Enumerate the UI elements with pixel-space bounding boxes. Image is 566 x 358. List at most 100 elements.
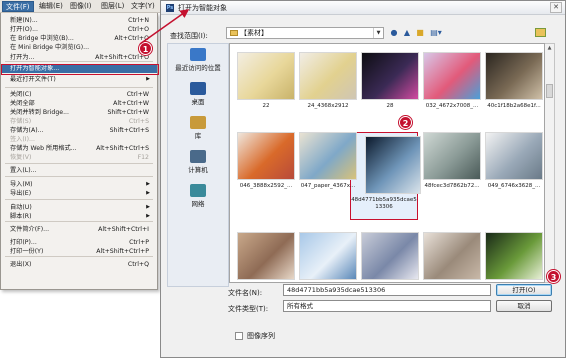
file-caption: 047_paper_4367x... <box>300 183 356 189</box>
cancel-button[interactable]: 取消 <box>496 300 552 312</box>
menubar-item[interactable]: 编辑(E) <box>36 1 66 12</box>
submenu-arrow-icon: ▶ <box>146 76 150 82</box>
file-thumbnail[interactable] <box>299 132 357 180</box>
menu-item-label: 存储(S) <box>10 118 32 125</box>
file-thumbnail[interactable] <box>361 232 419 280</box>
close-button[interactable]: ✕ <box>550 2 562 13</box>
scrollbar-thumb[interactable] <box>546 84 553 98</box>
file-caption: 40c1f18b2a68e1f... <box>487 103 541 109</box>
menu-item[interactable]: 退出(X) Ctrl+Q <box>1 260 157 269</box>
menu-item[interactable]: 自动(U) ▶ <box>1 203 157 212</box>
menu-item-label: 签入(I)... <box>10 136 35 143</box>
file-thumbnail[interactable] <box>423 52 481 100</box>
place-label[interactable]: 网络 <box>168 200 228 208</box>
menu-item-shortcut: Ctrl+Q <box>127 261 149 268</box>
look-in-label: 查找范围(I): <box>170 32 208 40</box>
dialog-titlebar: Ps 打开为智能对象 ✕ <box>161 1 565 15</box>
step-badge-1: 1 <box>139 42 152 55</box>
menu-item-label: 置入(L)... <box>10 167 37 174</box>
file-thumbnail[interactable] <box>237 52 295 100</box>
image-sequence-checkbox[interactable] <box>235 332 243 340</box>
menu-item[interactable]: 置入(L)... <box>1 166 157 175</box>
menu-item[interactable]: 最近打开文件(T) ▶ <box>1 75 157 84</box>
file-name-input[interactable]: 48d4771bb5a935dcae513306 <box>283 284 491 296</box>
menu-item-label: 在 Bridge 中浏览(B)... <box>10 35 74 42</box>
menu-item-shortcut: Alt+Ctrl+W <box>113 100 149 107</box>
menu-item[interactable]: 打印一份(Y) Alt+Shift+Ctrl+P <box>1 247 157 256</box>
submenu-arrow-icon: ▶ <box>146 213 150 219</box>
file-menu: 新建(N)... Ctrl+N 打开(O)... Ctrl+O 在 Bridge 中浏览… <box>0 13 158 290</box>
file-thumbnail[interactable] <box>361 52 419 100</box>
file-thumbnail[interactable] <box>299 52 357 100</box>
computer-icon[interactable] <box>190 150 206 163</box>
view-menu-icon[interactable]: ▤▾ <box>429 28 443 38</box>
back-icon[interactable]: ● <box>389 28 399 38</box>
menu-item: 存储(S) Ctrl+S <box>1 117 157 126</box>
menu-item[interactable]: 在 Mini Bridge 中浏览(G)... <box>1 43 157 52</box>
menu-item[interactable]: 存储为 Web 所用格式... Alt+Shift+Ctrl+S <box>1 144 157 153</box>
menu-item[interactable]: 导入(M) ▶ <box>1 180 157 189</box>
menu-item[interactable]: 关闭全部 Alt+Ctrl+W <box>1 99 157 108</box>
file-type-select[interactable]: 所有格式 <box>283 300 491 312</box>
new-folder-icon[interactable]: ■ <box>415 28 425 38</box>
menubar-item[interactable]: 图层(L) <box>98 1 127 12</box>
recent-places-icon[interactable] <box>190 48 206 61</box>
menubar-item[interactable]: 文字(Y) <box>128 1 158 12</box>
chevron-down-icon: ▼ <box>373 28 383 38</box>
file-thumbnail[interactable] <box>237 132 295 180</box>
open-button[interactable]: 打开(O) <box>496 284 552 296</box>
desktop-icon[interactable] <box>190 82 206 95</box>
menu-item[interactable]: 新建(N)... Ctrl+N <box>1 16 157 25</box>
place-label[interactable]: 库 <box>168 132 228 140</box>
menu-item[interactable]: 文件简介(F)... Alt+Shift+Ctrl+I <box>1 225 157 234</box>
place-label[interactable]: 桌面 <box>168 98 228 106</box>
menu-item: 恢复(V) F12 <box>1 153 157 162</box>
file-thumbnail[interactable] <box>299 232 357 280</box>
menu-item[interactable]: 关闭(C) Ctrl+W <box>1 90 157 99</box>
menu-item[interactable]: 打印(P)... Ctrl+P <box>1 238 157 247</box>
menu-item-shortcut: Alt+Shift+Ctrl+S <box>96 145 149 152</box>
up-folder-icon[interactable]: ▲ <box>402 28 412 38</box>
file-thumbnail[interactable] <box>485 132 543 180</box>
file-thumbnail[interactable] <box>485 52 543 100</box>
menu-item[interactable]: 在 Bridge 中浏览(B)... Alt+Ctrl+O <box>1 34 157 43</box>
image-sequence-label: 图像序列 <box>247 332 275 340</box>
menu-item-label: 自动(U) <box>10 204 32 211</box>
menu-item-label: 新建(N)... <box>10 17 38 24</box>
file-thumbnail[interactable] <box>237 232 295 280</box>
menu-item-label: 恢复(V) <box>10 154 32 161</box>
network-icon[interactable] <box>190 184 206 197</box>
menu-separator <box>5 61 153 62</box>
photoshop-icon: Ps <box>166 4 174 12</box>
file-caption: 032_4672x7008_... <box>425 103 479 109</box>
folder-up-icon[interactable] <box>535 28 546 37</box>
library-icon[interactable] <box>190 116 206 129</box>
look-in-select[interactable]: 【素材】 ▼ <box>226 27 384 39</box>
menu-item[interactable]: 导出(E) ▶ <box>1 189 157 198</box>
place-label[interactable]: 计算机 <box>168 166 228 174</box>
place-label[interactable]: 最近访问的位置 <box>168 64 228 72</box>
menu-item[interactable]: 存储为(A)... Shift+Ctrl+S <box>1 126 157 135</box>
file-caption: 24_4368x2912 <box>307 103 349 109</box>
vertical-scrollbar[interactable]: ▲ ▼ <box>545 43 555 283</box>
menu-separator <box>5 163 153 164</box>
menubar-item[interactable]: 文件(F) <box>2 1 34 12</box>
file-type-value: 所有格式 <box>287 302 313 310</box>
submenu-arrow-icon: ▶ <box>146 204 150 210</box>
file-thumbnail[interactable] <box>365 136 421 194</box>
file-caption: 049_6746x3628_... <box>487 183 541 189</box>
menu-item[interactable]: 打开(O)... Ctrl+O <box>1 25 157 34</box>
menu-item-label: 打开(O)... <box>10 26 38 33</box>
file-thumbnail[interactable] <box>485 232 543 280</box>
menu-item-label: 文件简介(F)... <box>10 226 50 233</box>
menubar-item[interactable]: 图像(I) <box>67 1 95 12</box>
file-thumbnail[interactable] <box>423 232 481 280</box>
menu-item[interactable]: 关闭并转到 Bridge... Shift+Ctrl+W <box>1 108 157 117</box>
menu-item-shortcut: Shift+Ctrl+W <box>107 109 149 116</box>
menu-item-shortcut: Shift+Ctrl+S <box>109 127 149 134</box>
file-thumbnail[interactable] <box>423 132 481 180</box>
menu-separator <box>5 199 153 200</box>
menu-item-label: 关闭并转到 Bridge... <box>10 109 69 116</box>
menu-item[interactable]: 脚本(R) ▶ <box>1 212 157 221</box>
scroll-up-icon[interactable]: ▲ <box>545 45 554 51</box>
